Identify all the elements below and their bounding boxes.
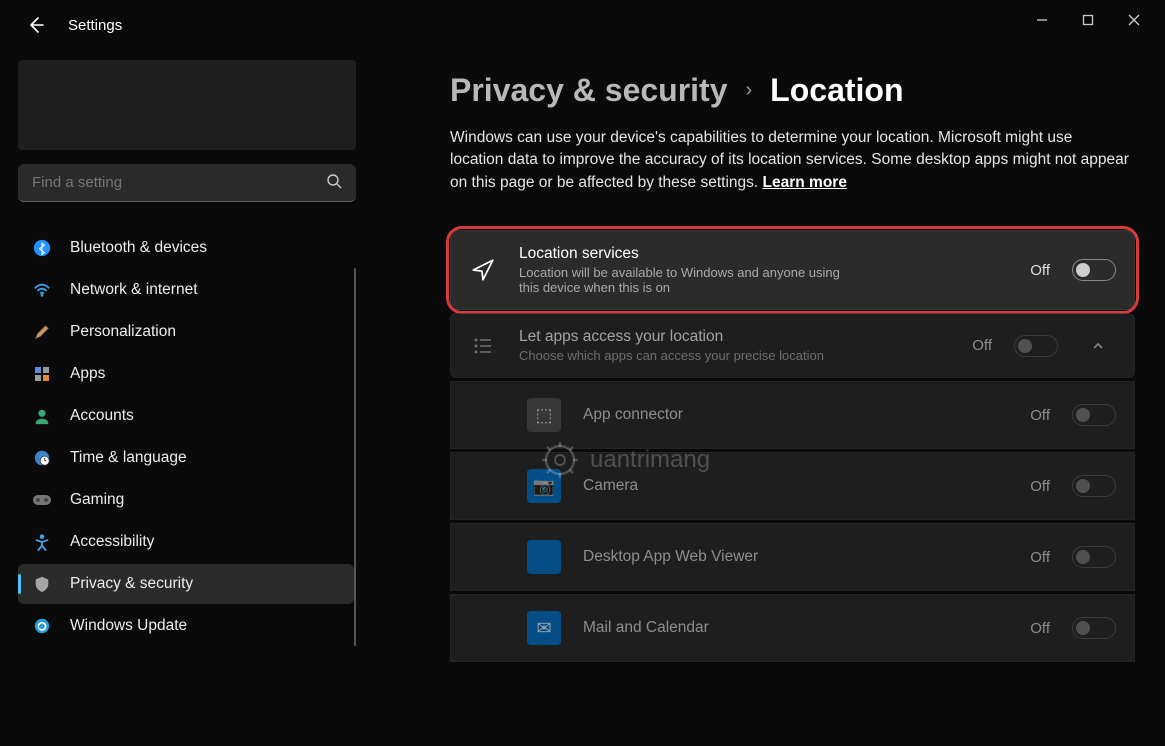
app-row[interactable]: Desktop App Web Viewer Off: [450, 523, 1135, 591]
chevron-up-icon[interactable]: [1080, 339, 1116, 353]
card-subtitle: Location will be available to Windows an…: [519, 265, 859, 295]
toggle-state-label: Off: [1030, 549, 1050, 566]
search-input[interactable]: [32, 174, 326, 191]
sidebar-item-label: Apps: [70, 365, 105, 383]
location-services-card[interactable]: Location services Location will be avail…: [450, 230, 1135, 310]
nav-scrollbar[interactable]: [354, 268, 356, 646]
sidebar-item-network[interactable]: Network & internet: [18, 270, 354, 310]
app-title: Settings: [68, 17, 122, 34]
sidebar-item-label: Network & internet: [70, 281, 198, 299]
sidebar-item-personalization[interactable]: Personalization: [18, 312, 354, 352]
sidebar-item-time[interactable]: Time & language: [18, 438, 354, 478]
close-button[interactable]: [1111, 4, 1157, 36]
app-icon: ✉: [527, 611, 561, 645]
app-name-label: Camera: [583, 477, 1008, 495]
app-toggle: [1072, 546, 1116, 568]
breadcrumb: Privacy & security › Location: [450, 72, 1135, 109]
sidebar-item-bluetooth[interactable]: Bluetooth & devices: [18, 228, 354, 268]
main-content: Privacy & security › Location Windows ca…: [370, 42, 1165, 746]
sidebar-item-label: Accounts: [70, 407, 134, 425]
app-name-label: Mail and Calendar: [583, 619, 1008, 637]
sidebar: Bluetooth & devices Network & internet P…: [0, 42, 370, 746]
sidebar-item-label: Time & language: [70, 449, 187, 467]
sidebar-item-apps[interactable]: Apps: [18, 354, 354, 394]
bluetooth-icon: [32, 238, 52, 258]
app-toggle: [1072, 475, 1116, 497]
sidebar-item-label: Privacy & security: [70, 575, 193, 593]
accessibility-icon: [32, 532, 52, 552]
breadcrumb-parent[interactable]: Privacy & security: [450, 72, 728, 109]
apps-access-card[interactable]: Let apps access your location Choose whi…: [450, 313, 1135, 378]
sidebar-item-gaming[interactable]: Gaming: [18, 480, 354, 520]
search-box[interactable]: [18, 164, 356, 202]
app-row[interactable]: ⬚ App connector Off: [450, 381, 1135, 449]
paintbrush-icon: [32, 322, 52, 342]
card-title: Location services: [519, 245, 1008, 263]
search-icon: [326, 173, 342, 193]
toggle-state-label: Off: [972, 337, 992, 354]
back-button[interactable]: [24, 13, 48, 37]
app-icon: ⬚: [527, 398, 561, 432]
location-services-toggle[interactable]: [1072, 259, 1116, 281]
learn-more-link[interactable]: Learn more: [763, 174, 847, 191]
app-row[interactable]: ✉ Mail and Calendar Off: [450, 594, 1135, 662]
sidebar-item-label: Accessibility: [70, 533, 154, 551]
sidebar-item-update[interactable]: Windows Update: [18, 606, 354, 646]
app-icon: [527, 540, 561, 574]
maximize-button[interactable]: [1065, 4, 1111, 36]
app-toggle: [1072, 617, 1116, 639]
sidebar-item-label: Gaming: [70, 491, 124, 509]
nav-list: Bluetooth & devices Network & internet P…: [18, 228, 356, 646]
apps-icon: [32, 364, 52, 384]
update-icon: [32, 616, 52, 636]
list-icon: [469, 335, 497, 357]
gaming-icon: [32, 490, 52, 510]
shield-icon: [32, 574, 52, 594]
card-title: Let apps access your location: [519, 328, 950, 346]
app-row[interactable]: 📷 Camera Off: [450, 452, 1135, 520]
toggle-state-label: Off: [1030, 262, 1050, 279]
sidebar-item-accessibility[interactable]: Accessibility: [18, 522, 354, 562]
breadcrumb-current: Location: [770, 72, 903, 109]
sidebar-item-label: Bluetooth & devices: [70, 239, 207, 257]
sidebar-item-privacy[interactable]: Privacy & security: [18, 564, 354, 604]
sidebar-item-label: Personalization: [70, 323, 176, 341]
app-name-label: App connector: [583, 406, 1008, 424]
app-toggle: [1072, 404, 1116, 426]
toggle-state-label: Off: [1030, 407, 1050, 424]
card-subtitle: Choose which apps can access your precis…: [519, 348, 859, 363]
globe-clock-icon: [32, 448, 52, 468]
toggle-state-label: Off: [1030, 620, 1050, 637]
apps-access-toggle: [1014, 335, 1058, 357]
profile-card[interactable]: [18, 60, 356, 150]
sidebar-item-label: Windows Update: [70, 617, 187, 635]
sidebar-item-accounts[interactable]: Accounts: [18, 396, 354, 436]
chevron-right-icon: ›: [746, 79, 753, 102]
page-description: Windows can use your device's capabiliti…: [450, 127, 1130, 194]
wifi-icon: [32, 280, 52, 300]
person-icon: [32, 406, 52, 426]
app-name-label: Desktop App Web Viewer: [583, 548, 1008, 566]
app-icon: 📷: [527, 469, 561, 503]
toggle-state-label: Off: [1030, 478, 1050, 495]
location-arrow-icon: [469, 257, 497, 283]
minimize-button[interactable]: [1019, 4, 1065, 36]
